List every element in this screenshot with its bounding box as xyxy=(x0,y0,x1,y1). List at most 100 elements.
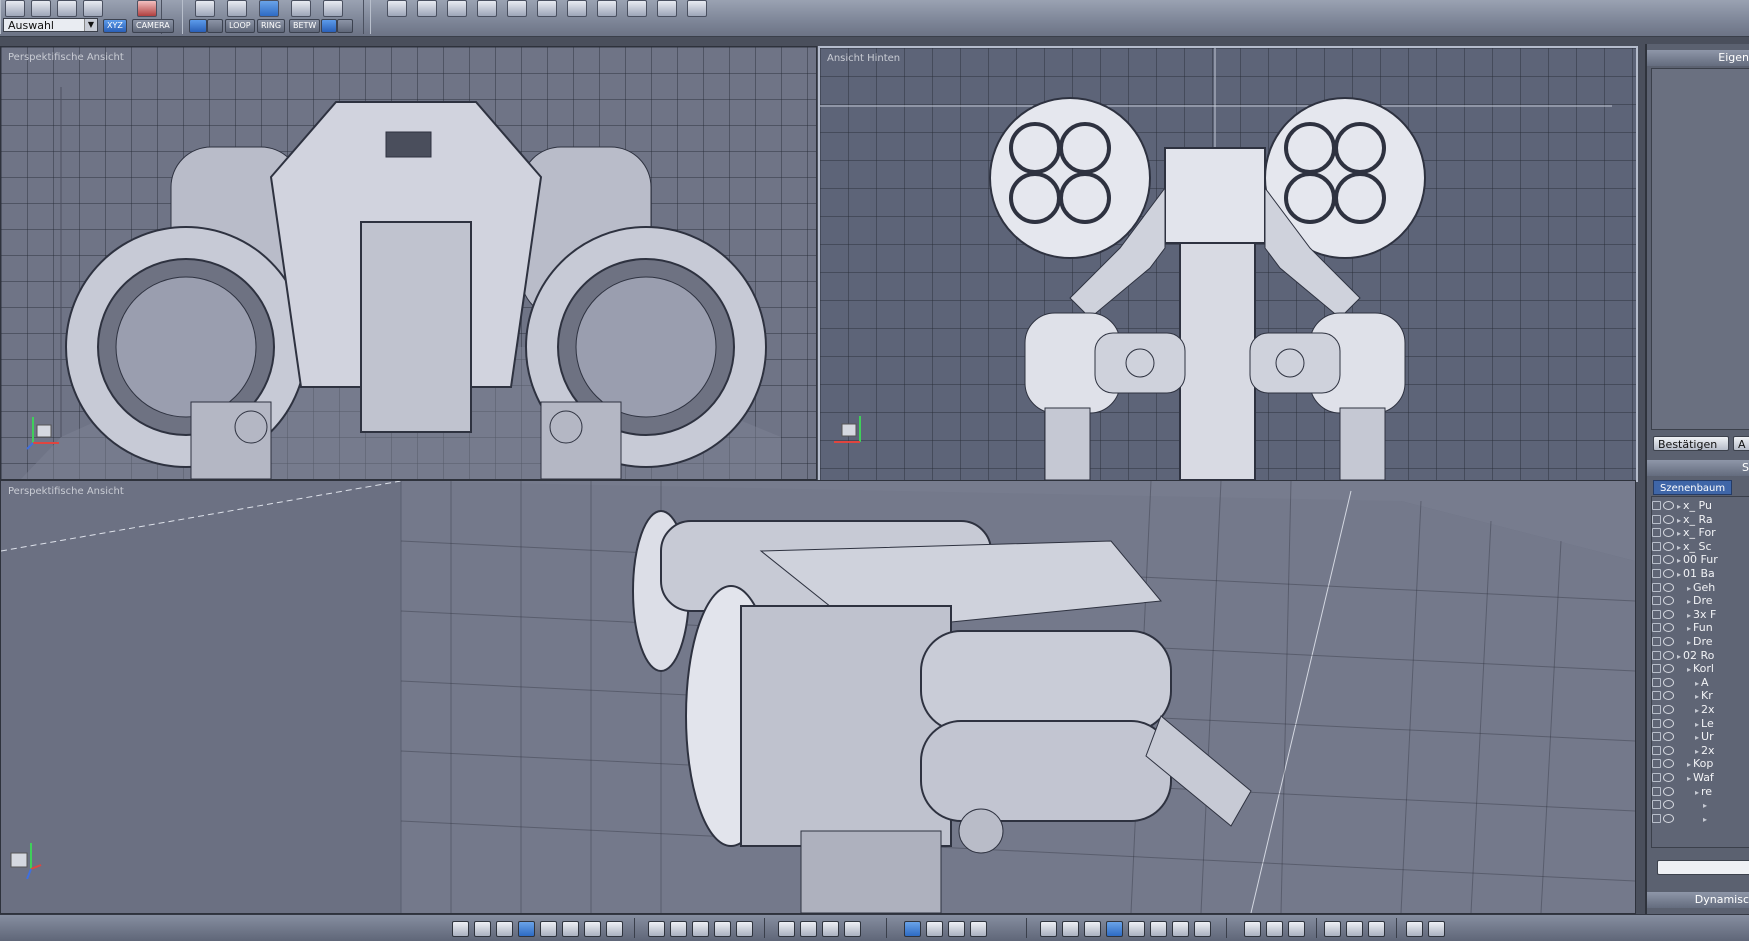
cube-vertex-icon[interactable] xyxy=(291,0,311,17)
lock-icon[interactable] xyxy=(1652,623,1661,633)
layout-split-h-icon[interactable] xyxy=(496,921,513,937)
eye-icon[interactable] xyxy=(1663,705,1674,714)
grid-texture-icon[interactable] xyxy=(736,921,753,937)
expand-arrow-icon[interactable]: ▸ xyxy=(1687,597,1691,606)
object-group-icon[interactable] xyxy=(1346,921,1363,937)
cube-icon[interactable] xyxy=(195,0,215,17)
expand-arrow-icon[interactable]: ▸ xyxy=(1677,543,1681,552)
expand-arrow-icon[interactable]: ▸ xyxy=(1695,747,1699,756)
lock-icon[interactable] xyxy=(1652,759,1661,769)
expand-arrow-icon[interactable]: ▸ xyxy=(1695,679,1699,688)
eye-icon[interactable] xyxy=(1663,664,1674,674)
eye-icon[interactable] xyxy=(1663,555,1674,565)
expand-arrow-icon[interactable]: ▸ xyxy=(1687,760,1691,769)
lock-icon[interactable] xyxy=(1652,582,1661,592)
wire-shaded-icon[interactable] xyxy=(1062,921,1079,937)
layout-left-icon[interactable] xyxy=(540,921,557,937)
expand-arrow-icon[interactable]: ▸ xyxy=(1695,720,1699,729)
viewport-perspective-top[interactable]: Perspektifische Ansicht xyxy=(0,46,817,480)
knife-icon[interactable] xyxy=(189,19,207,33)
loop-button[interactable]: LOOP xyxy=(225,19,255,33)
betw-button[interactable]: BETW xyxy=(289,19,321,33)
eye-icon[interactable] xyxy=(1663,501,1674,510)
expand-arrow-icon[interactable]: ▸ xyxy=(1687,624,1691,633)
eye-icon[interactable] xyxy=(1663,514,1674,524)
expand-arrow-icon[interactable]: ▸ xyxy=(1703,815,1707,824)
paint-select-icon[interactable] xyxy=(57,0,77,17)
render-icon[interactable] xyxy=(137,0,157,17)
eye-icon[interactable] xyxy=(1663,528,1674,538)
eye-icon[interactable] xyxy=(1663,650,1674,660)
expand-arrow-icon[interactable]: ▸ xyxy=(1687,665,1691,674)
lock-icon[interactable] xyxy=(1652,732,1661,742)
circle-icon[interactable] xyxy=(337,19,353,33)
tool-icon-9[interactable] xyxy=(627,0,647,17)
render-preview-icon[interactable] xyxy=(1244,921,1261,937)
expand-arrow-icon[interactable]: ▸ xyxy=(1687,584,1691,593)
eye-icon[interactable] xyxy=(1663,786,1674,796)
viewport-perspective-bottom[interactable]: Perspektifische Ansicht xyxy=(0,480,1636,914)
confirm-button[interactable]: Bestätigen xyxy=(1653,436,1729,451)
material-icon[interactable] xyxy=(648,921,665,937)
pivot-icon[interactable] xyxy=(800,921,817,937)
eye-icon[interactable] xyxy=(1663,596,1674,606)
snap-icon[interactable] xyxy=(321,19,337,33)
tool-icon-8[interactable] xyxy=(597,0,617,17)
scene-tree-row[interactable]: ▸ 3x F xyxy=(1652,608,1726,622)
expand-arrow-icon[interactable]: ▸ xyxy=(1677,570,1681,579)
expand-arrow-icon[interactable]: ▸ xyxy=(1695,788,1699,797)
lock-icon[interactable] xyxy=(1652,528,1661,538)
texture-icon[interactable] xyxy=(692,921,709,937)
lock-icon[interactable] xyxy=(1652,677,1661,687)
lock-icon[interactable] xyxy=(1652,773,1661,782)
lock-icon[interactable] xyxy=(1652,650,1661,660)
flat-icon[interactable] xyxy=(1150,921,1167,937)
lock-icon[interactable] xyxy=(1652,691,1661,701)
tool-icon-5[interactable] xyxy=(507,0,527,17)
tool-icon-6[interactable] xyxy=(537,0,557,17)
scene-tree-row[interactable]: ▸ xyxy=(1652,798,1726,812)
expand-arrow-icon[interactable]: ▸ xyxy=(1677,556,1681,565)
eye-icon[interactable] xyxy=(1663,759,1674,769)
layout-column-icon[interactable] xyxy=(606,921,623,937)
lock-icon[interactable] xyxy=(1652,541,1661,551)
bridge-icon[interactable] xyxy=(207,19,223,33)
lock-icon[interactable] xyxy=(1652,745,1661,755)
scene-tree-row[interactable]: ▸ x_ For xyxy=(1652,526,1726,540)
apply-button[interactable]: A xyxy=(1733,436,1749,451)
eye-icon[interactable] xyxy=(1663,773,1674,782)
expand-arrow-icon[interactable]: ▸ xyxy=(1687,638,1691,647)
lock-icon[interactable] xyxy=(1652,569,1661,578)
lock-icon[interactable] xyxy=(1652,718,1661,728)
magnifier-icon[interactable] xyxy=(822,921,839,937)
lock-icon[interactable] xyxy=(1652,813,1661,823)
lock-icon[interactable] xyxy=(1652,800,1661,810)
scene-tree-row[interactable]: ▸ 02 Ro xyxy=(1652,649,1726,663)
expand-arrow-icon[interactable]: ▸ xyxy=(1677,652,1681,661)
lock-icon[interactable] xyxy=(1652,514,1661,524)
scene-tree-row[interactable]: ▸ 2x xyxy=(1652,744,1726,758)
lock-icon[interactable] xyxy=(1652,609,1661,619)
move-tool-icon[interactable] xyxy=(904,921,921,937)
scene-tree-row[interactable]: ▸ x_ Pu xyxy=(1652,499,1726,513)
expand-arrow-icon[interactable]: ▸ xyxy=(1695,733,1699,742)
snap-icon[interactable] xyxy=(778,921,795,937)
xyz-axis-button[interactable]: XYZ xyxy=(103,19,127,33)
camera-icon[interactable] xyxy=(1428,921,1445,937)
lock-icon[interactable] xyxy=(1652,501,1661,510)
network-icon[interactable] xyxy=(1288,921,1305,937)
scene-tree-row[interactable]: ▸ Waf xyxy=(1652,771,1726,785)
render-region-icon[interactable] xyxy=(1266,921,1283,937)
sphere-light-icon[interactable] xyxy=(1194,921,1211,937)
scene-tree-row[interactable]: ▸ x_ Ra xyxy=(1652,513,1726,527)
eye-icon[interactable] xyxy=(1663,637,1674,646)
eye-icon[interactable] xyxy=(1663,732,1674,742)
layout-right-icon[interactable] xyxy=(562,921,579,937)
scene-tree-row[interactable]: ▸ Fun xyxy=(1652,621,1726,635)
select-arrow-icon[interactable] xyxy=(5,0,25,17)
expand-arrow-icon[interactable]: ▸ xyxy=(1703,801,1707,810)
cube-face-icon[interactable] xyxy=(227,0,247,17)
lock-icon[interactable] xyxy=(1652,555,1661,565)
lock-icon[interactable] xyxy=(1652,705,1661,714)
eye-icon[interactable] xyxy=(1663,800,1674,810)
